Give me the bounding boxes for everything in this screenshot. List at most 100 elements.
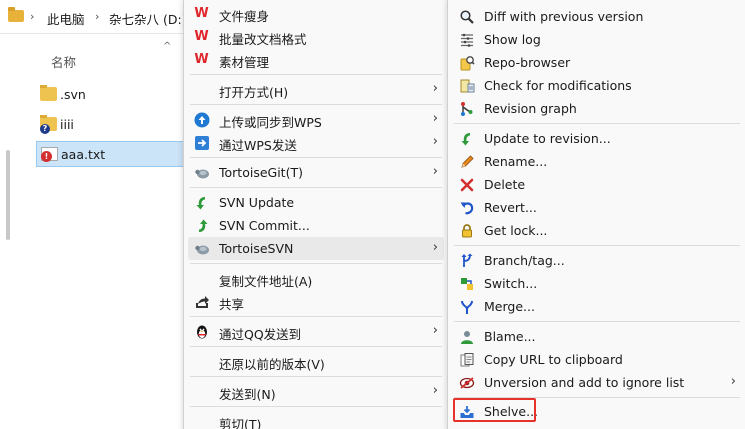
rename-pencil-icon <box>458 153 475 170</box>
file-name: iiii <box>60 116 74 132</box>
menu-item-branch-tag[interactable]: Branch/tag... <box>452 249 742 272</box>
address-bar[interactable]: › 此电脑 › 杂七杂八 (D:) <box>0 0 190 34</box>
show-log-icon <box>458 31 475 48</box>
menu-item-label: 剪切(T) <box>219 417 262 429</box>
menu-item-label: Revision graph <box>484 101 577 116</box>
menu-item-label: 上传或同步到WPS <box>219 115 322 130</box>
folder-unversioned-icon: ? <box>40 115 57 134</box>
lock-icon <box>458 222 475 239</box>
menu-item-tortoisesvn[interactable]: TortoiseSVN › <box>188 237 444 260</box>
tortoise-icon <box>193 240 210 257</box>
menu-item-asset-manager[interactable]: W 素材管理 <box>188 48 444 71</box>
tortoise-icon <box>193 164 210 181</box>
menu-item-show-log[interactable]: Show log <box>452 28 742 51</box>
menu-item-label: Show log <box>484 32 541 47</box>
diff-magnifier-icon <box>458 8 475 25</box>
highlight-box <box>453 398 536 422</box>
menu-item-label: 文件瘦身 <box>219 9 270 24</box>
chevron-right-icon: › <box>30 10 35 23</box>
menu-item-update-to-revision[interactable]: Update to revision... <box>452 127 742 150</box>
menu-item-label: Diff with previous version <box>484 9 644 24</box>
menu-item-send-to[interactable]: 发送到(N) › <box>188 380 444 403</box>
submenu-arrow-icon: › <box>432 81 438 96</box>
menu-item-revert[interactable]: Revert... <box>452 196 742 219</box>
file-name: aaa.txt <box>61 146 106 162</box>
menu-item-merge[interactable]: Merge... <box>452 295 742 318</box>
menu-item-cut[interactable]: 剪切(T) <box>188 410 444 429</box>
menu-item-label: Update to revision... <box>484 131 611 146</box>
sort-chevron-up-icon: ^ <box>163 41 172 52</box>
menu-separator <box>190 316 442 317</box>
svn-commit-icon <box>193 217 210 234</box>
clipboard-icon <box>458 351 475 368</box>
menu-item-share[interactable]: 共享 <box>188 290 444 313</box>
modified-badge-icon: ! <box>41 151 52 162</box>
menu-item-label: Switch... <box>484 276 538 291</box>
svn-update-icon <box>193 194 210 211</box>
menu-item-label: 通过WPS发送 <box>219 138 297 153</box>
menu-item-batch-convert[interactable]: W 批量改文档格式 <box>188 25 444 48</box>
menu-item-label: Repo-browser <box>484 55 571 70</box>
menu-separator <box>190 157 442 158</box>
breadcrumb-drive-d[interactable]: 杂七杂八 (D:) <box>109 9 187 28</box>
menu-item-label: TortoiseGit(T) <box>219 165 303 180</box>
send-arrow-icon <box>193 134 210 151</box>
file-explorer: › 此电脑 › 杂七杂八 (D:) 名称 ^ .svn ? iiii ! aaa… <box>0 0 190 429</box>
menu-item-copy-path[interactable]: 复制文件地址(A) <box>188 267 444 290</box>
menu-item-copy-url[interactable]: Copy URL to clipboard <box>452 348 742 371</box>
menu-separator <box>454 123 740 124</box>
repo-browser-icon <box>458 54 475 71</box>
menu-item-svn-update[interactable]: SVN Update <box>188 191 444 214</box>
cloud-upload-icon <box>193 111 210 128</box>
menu-item-switch[interactable]: Switch... <box>452 272 742 295</box>
menu-separator <box>190 376 442 377</box>
menu-item-check-modifications[interactable]: Check for modifications <box>452 74 742 97</box>
menu-item-label: Rename... <box>484 154 548 169</box>
vertical-scrollbar[interactable] <box>6 150 10 240</box>
name-column-header[interactable]: 名称 <box>51 52 76 71</box>
breadcrumb-this-pc[interactable]: 此电脑 <box>47 9 85 28</box>
folder-icon <box>8 7 24 22</box>
menu-item-delete[interactable]: Delete <box>452 173 742 196</box>
revision-graph-icon <box>458 100 475 117</box>
submenu-arrow-icon: › <box>432 111 438 126</box>
wps-icon: W <box>194 6 209 21</box>
menu-separator <box>190 406 442 407</box>
menu-item-svn-commit[interactable]: SVN Commit... <box>188 214 444 237</box>
menu-item-label: SVN Commit... <box>219 218 310 233</box>
menu-item-restore-previous[interactable]: 还原以前的版本(V) <box>188 350 444 373</box>
menu-item-label: Revert... <box>484 200 537 215</box>
menu-item-label: 还原以前的版本(V) <box>219 357 325 372</box>
menu-item-label: 通过QQ发送到 <box>219 327 302 342</box>
file-row-iiii[interactable]: ? iiii <box>36 111 186 137</box>
menu-item-upload-wps[interactable]: 上传或同步到WPS › <box>188 108 444 131</box>
menu-item-label: Branch/tag... <box>484 253 565 268</box>
menu-separator <box>454 245 740 246</box>
menu-item-file-slim[interactable]: W 文件瘦身 <box>188 2 444 25</box>
menu-item-unversion-ignore[interactable]: Unversion and add to ignore list › <box>452 371 742 394</box>
menu-item-diff-previous[interactable]: Diff with previous version <box>452 5 742 28</box>
menu-item-send-qq[interactable]: 通过QQ发送到 › <box>188 320 444 343</box>
menu-item-get-lock[interactable]: Get lock... <box>452 219 742 242</box>
menu-item-label: SVN Update <box>219 195 295 210</box>
menu-item-label: Copy URL to clipboard <box>484 352 623 367</box>
tortoisesvn-submenu: Diff with previous version Show log Repo… <box>447 0 745 429</box>
menu-item-open-with[interactable]: 打开方式(H) › <box>188 78 444 101</box>
submenu-arrow-icon: › <box>432 323 438 338</box>
update-revision-icon <box>458 130 475 147</box>
menu-item-tortoisegit[interactable]: TortoiseGit(T) › <box>188 161 444 184</box>
menu-item-label: 复制文件地址(A) <box>219 274 313 289</box>
menu-item-send-wps[interactable]: 通过WPS发送 › <box>188 131 444 154</box>
chevron-right-icon: › <box>95 10 100 23</box>
menu-item-blame[interactable]: Blame... <box>452 325 742 348</box>
file-row-aaa-txt[interactable]: ! aaa.txt <box>36 141 188 167</box>
merge-icon <box>458 298 475 315</box>
menu-item-label: Unversion and add to ignore list <box>484 375 685 390</box>
file-row-svn[interactable]: .svn <box>36 81 186 107</box>
folder-icon <box>40 85 57 101</box>
menu-item-label: 共享 <box>219 297 245 312</box>
menu-item-revision-graph[interactable]: Revision graph <box>452 97 742 120</box>
menu-item-repo-browser[interactable]: Repo-browser <box>452 51 742 74</box>
delete-x-icon <box>458 176 475 193</box>
menu-item-rename[interactable]: Rename... <box>452 150 742 173</box>
